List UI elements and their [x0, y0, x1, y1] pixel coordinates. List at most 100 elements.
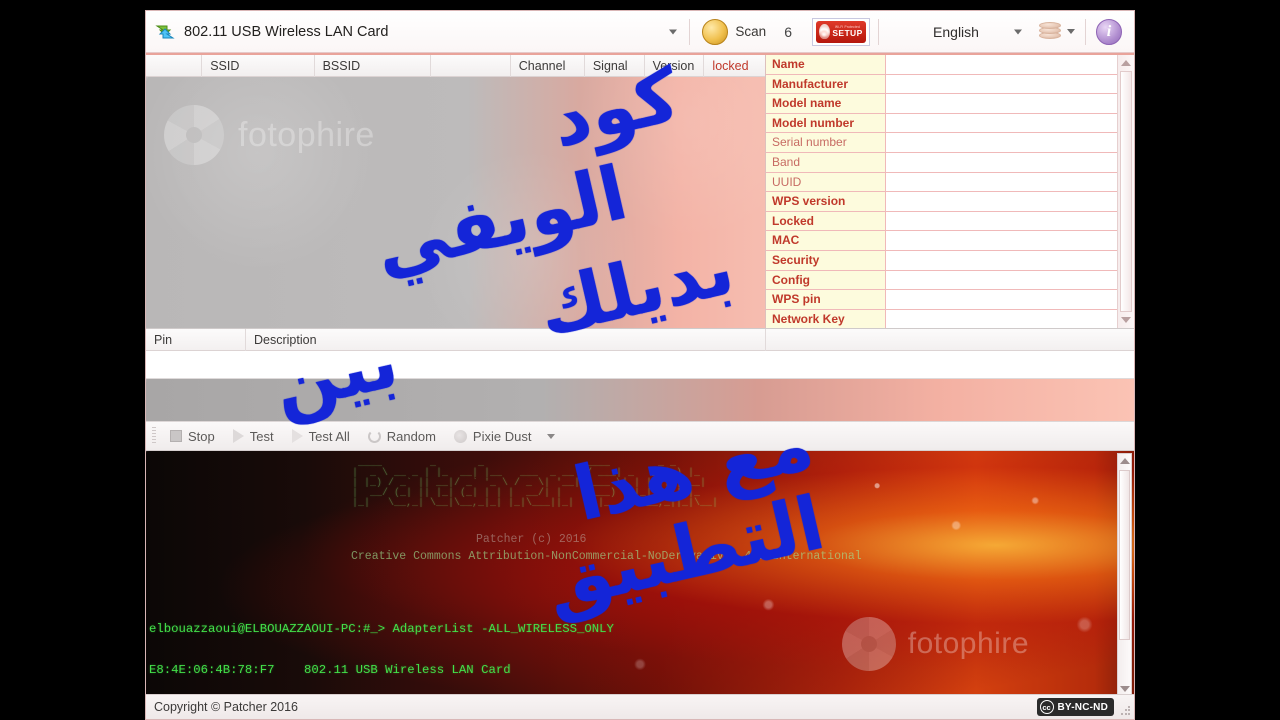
ap-detail-panel: Name Manufacturer Model name Model numbe… [766, 55, 1134, 330]
ap-col-ssid[interactable]: SSID [202, 55, 315, 77]
scroll-down-icon[interactable] [1121, 317, 1131, 323]
detail-value[interactable] [886, 192, 1117, 211]
scroll-down-icon[interactable] [1120, 686, 1130, 692]
ap-col-spacer[interactable] [431, 55, 511, 77]
watermark-label: fotophire [907, 627, 1029, 660]
pin-list[interactable]: Pin Description [146, 328, 1134, 421]
scroll-up-icon[interactable] [1121, 60, 1131, 66]
detail-row: Security [766, 250, 1117, 271]
ap-col-channel[interactable]: Channel [511, 55, 585, 77]
scroll-up-icon[interactable] [1120, 458, 1130, 464]
detail-label: Serial number [766, 133, 886, 152]
resize-grip[interactable] [1120, 706, 1130, 716]
detail-label: Network Key [766, 309, 886, 329]
cc-license-label: BY-NC-ND [1057, 701, 1108, 713]
scan-button[interactable]: Scan [692, 15, 776, 49]
detail-value[interactable] [886, 152, 1117, 172]
detail-value[interactable] [886, 55, 1117, 74]
detail-label: Locked [766, 211, 886, 231]
ap-col-signal[interactable]: Signal [585, 55, 645, 77]
detail-value[interactable] [886, 270, 1117, 290]
setup-badge-texts: Wi-Fi Protected SETUP [832, 25, 862, 38]
detail-value[interactable] [886, 250, 1117, 270]
toolbar-grip[interactable] [152, 427, 156, 445]
pin-col-extra[interactable] [766, 329, 1134, 351]
pin-col-description[interactable]: Description [246, 328, 766, 351]
ap-col-version[interactable]: Version [645, 55, 705, 77]
detail-value[interactable] [886, 74, 1117, 94]
status-copyright: Copyright © Patcher 2016 [154, 700, 299, 714]
pin-list-header: Pin Description [146, 328, 1134, 351]
test-all-button-label: Test All [308, 428, 350, 444]
toolbar-separator [689, 18, 691, 45]
pixie-dust-button-label: Pixie Dust [472, 428, 532, 444]
terminal-ascii-art: ____ _ _ ____ _ _ | _ \ __ _ | |_ __| |_… [352, 458, 719, 509]
adapter-select[interactable]: 802.11 USB Wireless LAN Card [184, 17, 687, 47]
detail-value[interactable] [886, 133, 1117, 152]
stop-button[interactable]: Stop [162, 424, 223, 448]
random-icon [367, 429, 381, 443]
terminal-console[interactable]: ____ _ _ ____ _ _ | _ \ __ _ | |_ __| |_… [146, 451, 1134, 699]
terminal-scrollbar[interactable] [1117, 453, 1132, 697]
detail-label: Security [766, 250, 886, 270]
detail-row: Name [766, 55, 1117, 75]
adapter-select-value: 802.11 USB Wireless LAN Card [184, 23, 389, 40]
test-button[interactable]: Test [225, 424, 282, 448]
play-all-icon [291, 429, 303, 443]
pin-list-selected-strip[interactable] [146, 379, 1134, 421]
detail-value[interactable] [886, 211, 1117, 231]
play-icon [232, 429, 244, 443]
random-button[interactable]: Random [360, 424, 444, 448]
access-point-list[interactable]: SSID BSSID Channel Signal Version locked… [146, 55, 766, 328]
detail-row: Locked [766, 211, 1117, 232]
credits-button[interactable] [1031, 21, 1083, 42]
language-select-value: English [933, 23, 979, 40]
toolbar: 802.11 USB Wireless LAN Card Scan 6 Wi-F… [146, 11, 1134, 53]
pin-list-body[interactable] [146, 351, 1134, 379]
info-button[interactable]: i [1088, 18, 1134, 45]
chevron-down-icon [1014, 29, 1022, 34]
detail-row: MAC [766, 231, 1117, 251]
detail-row: Model number [766, 113, 1117, 134]
chevron-down-icon[interactable] [547, 433, 556, 439]
detail-label: Band [766, 152, 886, 172]
detail-value[interactable] [886, 309, 1117, 329]
wps-setup-button[interactable]: Wi-Fi Protected SETUP [812, 17, 870, 46]
detail-label: Name [766, 55, 886, 74]
terminal-license: Creative Commons Attribution-NonCommerci… [351, 550, 862, 563]
detail-panel-scrollbar[interactable] [1117, 55, 1134, 328]
detail-label: UUID [766, 172, 886, 192]
detail-row: WPS version [766, 192, 1117, 212]
scrollbar-thumb[interactable] [1119, 470, 1130, 640]
screenshot-stage: 802.11 USB Wireless LAN Card Scan 6 Wi-F… [0, 0, 1280, 720]
detail-label: WPS version [766, 192, 886, 211]
scrollbar-thumb[interactable] [1120, 71, 1132, 312]
creative-commons-badge: cc BY-NC-ND [1036, 698, 1114, 716]
pin-col-pin[interactable]: Pin [146, 328, 246, 351]
detail-value[interactable] [886, 94, 1117, 113]
detail-label: WPS pin [766, 290, 886, 309]
detail-value[interactable] [886, 290, 1117, 309]
ap-col-locked[interactable]: locked [704, 55, 765, 77]
random-button-label: Random [386, 428, 436, 444]
action-toolbar: Stop Test Test All Random Pixie Dust [146, 421, 1134, 451]
info-icon: i [1096, 18, 1122, 45]
ap-list-body[interactable]: fotophire [146, 77, 765, 328]
test-all-button[interactable]: Test All [284, 424, 358, 448]
detail-label: Config [766, 270, 886, 290]
language-select[interactable]: English [881, 17, 1031, 47]
detail-value[interactable] [886, 113, 1117, 133]
detail-value[interactable] [886, 231, 1117, 250]
detail-value[interactable] [886, 172, 1117, 192]
detail-label: Model name [766, 94, 886, 113]
status-bar: Copyright © Patcher 2016 cc BY-NC-ND [146, 694, 1134, 719]
ap-col-bssid[interactable]: BSSID [315, 55, 432, 77]
pixie-dust-button[interactable]: Pixie Dust [446, 424, 540, 448]
detail-label: Model number [766, 113, 886, 133]
detail-row: Serial number [766, 133, 1117, 153]
chevron-down-icon [1067, 29, 1075, 34]
toolbar-separator-2 [878, 18, 879, 45]
ap-list-background [146, 77, 765, 328]
scan-count: 6 [784, 23, 792, 40]
ap-col-icon[interactable] [146, 55, 203, 77]
